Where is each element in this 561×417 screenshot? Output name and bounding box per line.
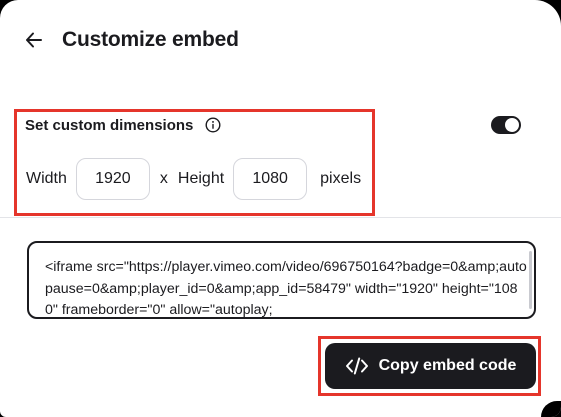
unit-label: pixels [320,169,362,187]
custom-dimensions-toggle[interactable] [491,116,521,134]
back-button[interactable] [22,28,46,52]
window-corner [541,401,561,417]
header: Customize embed [22,26,239,54]
code-icon [345,356,369,376]
dimensions-label: Set custom dimensions [25,116,194,134]
dimensions-inputs-row: Width x Height pixels [26,156,361,201]
height-label: Height [177,169,225,187]
dimensions-label-row: Set custom dimensions [25,114,221,136]
embed-code-text[interactable]: <iframe src="https://player.vimeo.com/vi… [45,257,529,317]
code-scrollbar[interactable] [529,251,532,309]
embed-code-box[interactable]: <iframe src="https://player.vimeo.com/vi… [27,241,536,319]
width-input[interactable] [75,157,150,200]
copy-embed-code-label: Copy embed code [378,357,517,374]
info-icon[interactable] [205,117,221,133]
width-label: Width [26,169,67,187]
arrow-left-icon [26,32,42,48]
copy-embed-code-button[interactable]: Copy embed code [325,343,536,389]
page-title: Customize embed [62,28,239,51]
times-label: x [159,169,168,187]
customize-embed-panel: Customize embed Set custom dimensions Wi… [0,0,561,417]
divider [0,217,561,218]
toggle-knob [505,118,519,132]
height-input[interactable] [233,157,308,200]
